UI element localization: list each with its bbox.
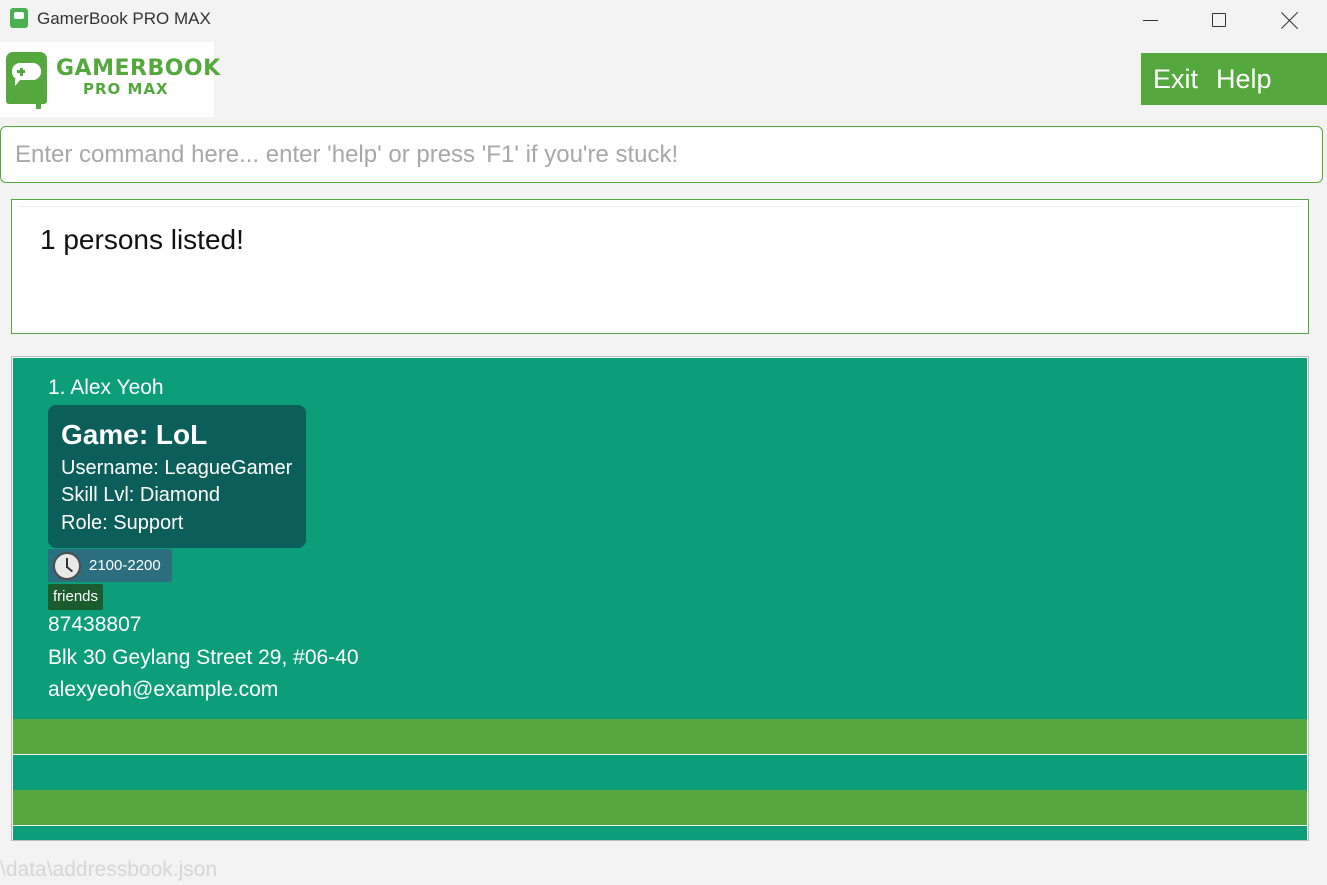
status-bar-path: \data\addressbook.json [0,858,218,881]
result-display: 1 persons listed! [11,199,1309,334]
empty-list-row [13,790,1307,825]
maximize-button[interactable] [1184,0,1254,40]
time-slot-text: 2100-2200 [89,557,161,574]
empty-list-row [13,719,1307,754]
result-message: 1 persons listed! [40,224,244,255]
person-address: Blk 30 Geylang Street 29, #06-40 [48,646,359,669]
close-icon [1281,11,1299,29]
title-bar: GamerBook PRO MAX [0,0,1327,40]
result-text-area[interactable]: 1 persons listed! [18,206,1302,329]
game-skill: Skill Lvl: Diamond [61,484,220,506]
gamepad-icon [6,52,47,109]
game-info-box: Game: LoL Username: LeagueGamer Skill Lv… [48,405,306,548]
menu-help[interactable]: Help [1214,64,1288,95]
maximize-icon [1212,13,1226,27]
time-slot-badge: 2100-2200 [48,549,172,582]
person-phone: 87438807 [48,613,142,636]
logo: GAMERBOOK PRO MAX [0,42,220,117]
minimize-button[interactable] [1115,0,1185,40]
window-title: GamerBook PRO MAX [37,9,211,28]
logo-title: GAMERBOOK [56,56,221,81]
game-username: Username: LeagueGamer [61,457,293,479]
menu-bar: Exit Help [1141,53,1327,105]
close-button[interactable] [1255,0,1325,40]
tag-badge: friends [48,584,104,610]
app-icon [10,8,28,28]
empty-list-row [13,826,1307,840]
command-input[interactable] [1,127,1322,182]
person-email: alexyeoh@example.com [48,678,279,701]
menu-exit[interactable]: Exit [1141,64,1214,95]
empty-list-row [13,755,1307,790]
person-list[interactable]: 1. Alex Yeoh Game: LoL Username: LeagueG… [11,356,1309,841]
clock-icon [53,551,81,580]
logo-subtitle: PRO MAX [83,80,169,98]
person-card[interactable]: 1. Alex Yeoh Game: LoL Username: LeagueG… [13,358,1307,719]
command-box [0,126,1323,183]
game-title: Game: LoL [61,419,208,450]
minimize-icon [1142,19,1158,21]
game-role: Role: Support [61,512,184,534]
person-name: 1. Alex Yeoh [48,376,164,399]
